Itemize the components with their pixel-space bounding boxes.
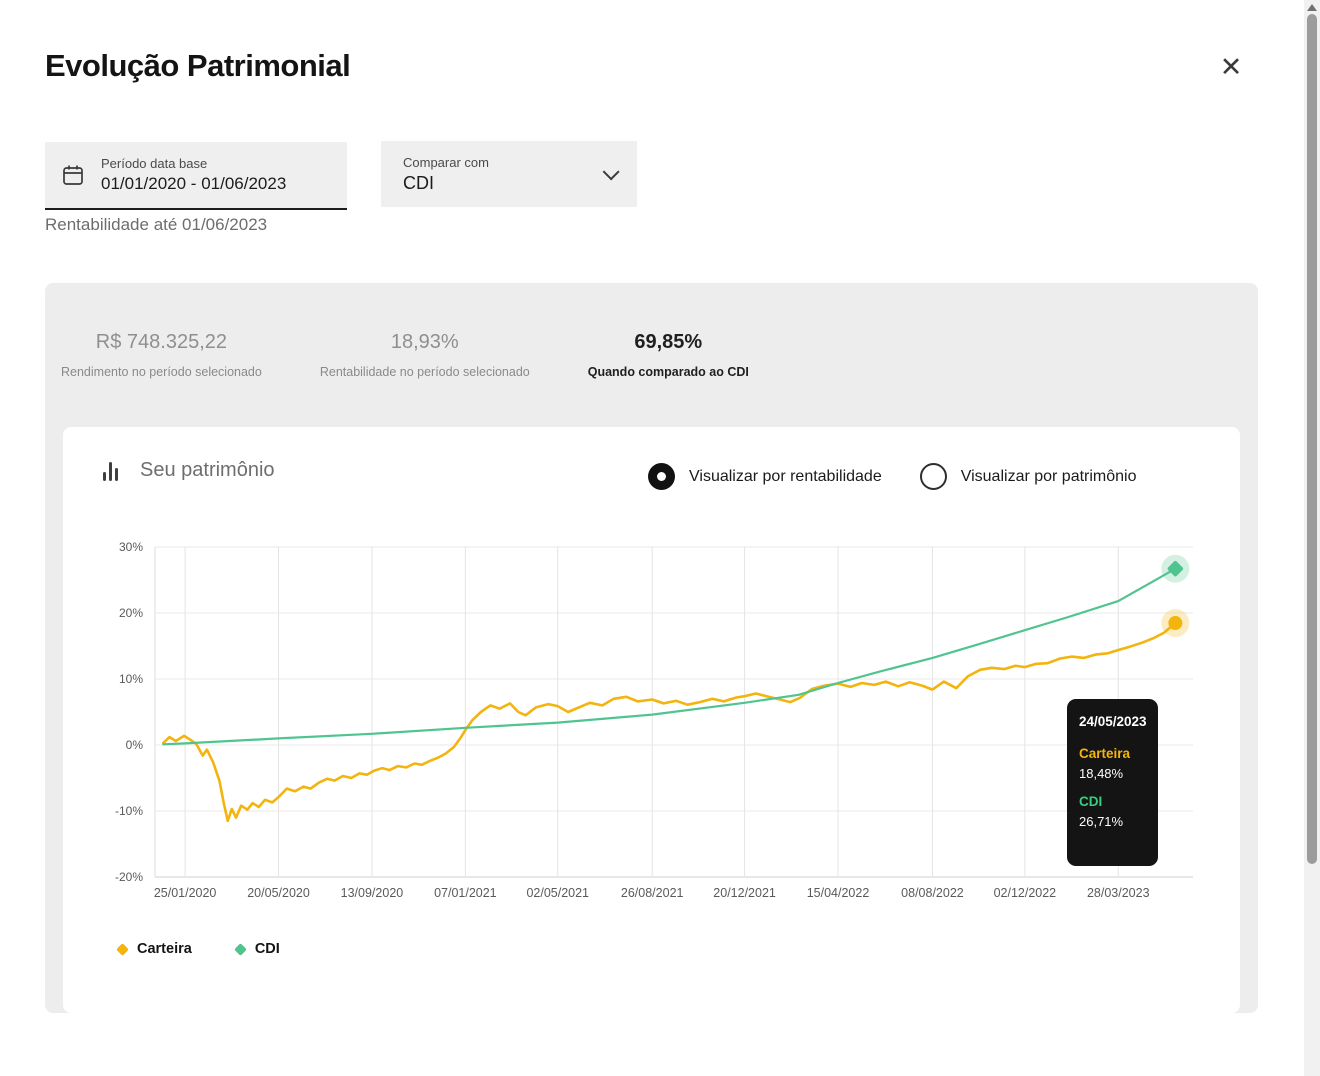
stat-rentabilidade: 18,93% Rentabilidade no período selecion… bbox=[306, 331, 544, 379]
stat-value: R$ 748.325,22 bbox=[61, 331, 262, 354]
summary-stats-row: R$ 748.325,22 Rendimento no período sele… bbox=[45, 283, 1258, 379]
stat-label: Rendimento no período selecionado bbox=[61, 365, 262, 379]
compare-dropdown[interactable]: Comparar com CDI bbox=[381, 141, 637, 207]
svg-text:-20%: -20% bbox=[115, 870, 143, 884]
tooltip-series-name: CDI bbox=[1079, 794, 1146, 809]
legend-item-cdi[interactable]: CDI bbox=[236, 941, 280, 957]
tooltip-series-value: 18,48% bbox=[1079, 766, 1146, 781]
calendar-icon bbox=[61, 163, 85, 187]
svg-text:10%: 10% bbox=[119, 672, 143, 686]
svg-text:08/08/2022: 08/08/2022 bbox=[901, 886, 964, 900]
rentabilidade-helper-text: Rentabilidade até 01/06/2023 bbox=[45, 215, 267, 235]
tooltip-date: 24/05/2023 bbox=[1079, 714, 1146, 729]
svg-text:07/01/2021: 07/01/2021 bbox=[434, 886, 497, 900]
svg-text:02/12/2022: 02/12/2022 bbox=[994, 886, 1057, 900]
svg-text:15/04/2022: 15/04/2022 bbox=[807, 886, 870, 900]
scrollbar-thumb[interactable] bbox=[1307, 14, 1317, 864]
legend-item-carteira[interactable]: Carteira bbox=[118, 941, 192, 957]
period-date-range-field[interactable]: Período data base 01/01/2020 - 01/06/202… bbox=[45, 142, 347, 210]
chevron-down-icon bbox=[603, 163, 620, 180]
svg-text:30%: 30% bbox=[119, 540, 143, 554]
legend-marker-icon bbox=[116, 943, 129, 956]
chart-tooltip: 24/05/2023 Carteira 18,48% CDI 26,71% bbox=[1067, 699, 1158, 866]
chart-legend: Carteira CDI bbox=[118, 941, 280, 957]
svg-text:-10%: -10% bbox=[115, 804, 143, 818]
stat-label: Quando comparado ao CDI bbox=[588, 365, 749, 379]
svg-text:28/03/2023: 28/03/2023 bbox=[1087, 886, 1150, 900]
svg-text:13/09/2020: 13/09/2020 bbox=[341, 886, 404, 900]
svg-text:0%: 0% bbox=[126, 738, 144, 752]
tooltip-series-value: 26,71% bbox=[1079, 814, 1146, 829]
stat-comparado-cdi: 69,85% Quando comparado ao CDI bbox=[574, 331, 763, 379]
tooltip-series-name: Carteira bbox=[1079, 746, 1146, 761]
svg-text:02/05/2021: 02/05/2021 bbox=[526, 886, 589, 900]
period-field-label: Período data base bbox=[101, 156, 286, 171]
stat-label: Rentabilidade no período selecionado bbox=[320, 365, 530, 379]
svg-text:26/08/2021: 26/08/2021 bbox=[621, 886, 684, 900]
svg-text:20/05/2020: 20/05/2020 bbox=[247, 886, 310, 900]
scroll-up-arrow-icon[interactable] bbox=[1307, 4, 1317, 11]
legend-marker-icon bbox=[234, 943, 247, 956]
period-field-value: 01/01/2020 - 01/06/2023 bbox=[101, 174, 286, 194]
stat-rendimento: R$ 748.325,22 Rendimento no período sele… bbox=[47, 331, 276, 379]
vertical-scrollbar[interactable] bbox=[1304, 0, 1320, 1076]
close-icon[interactable]: ✕ bbox=[1212, 48, 1250, 86]
chart-card: Seu patrimônio Visualizar por rentabilid… bbox=[63, 427, 1240, 1013]
evolucao-patrimonial-modal: Evolução Patrimonial ✕ Período data base… bbox=[0, 0, 1320, 1076]
page-title: Evolução Patrimonial bbox=[45, 48, 350, 84]
compare-dropdown-value: CDI bbox=[403, 173, 603, 194]
line-chart-plot[interactable]: 30% 20% 10% 0% -10% -20% 25/01/2020 20/05/2020 1… bbox=[63, 427, 1240, 1013]
svg-text:20/12/2021: 20/12/2021 bbox=[713, 886, 776, 900]
results-panel: R$ 748.325,22 Rendimento no período sele… bbox=[45, 283, 1258, 1013]
svg-text:20%: 20% bbox=[119, 606, 143, 620]
stat-value: 18,93% bbox=[320, 331, 530, 354]
svg-text:25/01/2020: 25/01/2020 bbox=[154, 886, 217, 900]
stat-value: 69,85% bbox=[588, 331, 749, 354]
compare-dropdown-label: Comparar com bbox=[403, 155, 603, 170]
